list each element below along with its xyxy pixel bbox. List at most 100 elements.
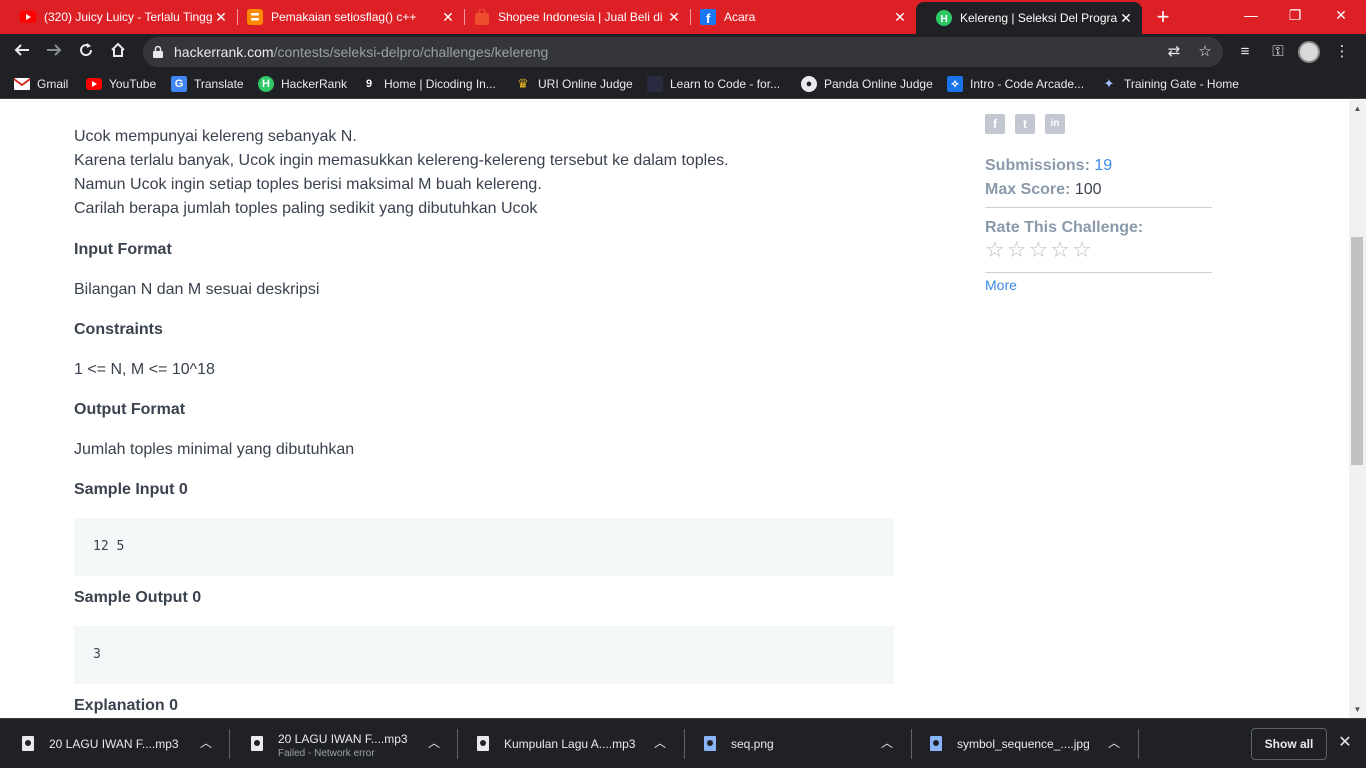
download-item[interactable]: Kumpulan Lagu A....mp3 ︿ bbox=[455, 719, 684, 769]
forward-arrow-icon[interactable] bbox=[40, 38, 68, 66]
url-host: hackerrank.com bbox=[174, 44, 274, 60]
page-scrollbar[interactable]: ▲ ▼ bbox=[1349, 100, 1366, 718]
more-link[interactable]: More bbox=[985, 277, 1017, 293]
menu-dots-icon[interactable]: ⋮ bbox=[1332, 42, 1352, 62]
download-filename: 20 LAGU IWAN F....mp3 bbox=[278, 732, 408, 746]
twitter-icon[interactable]: t bbox=[1015, 114, 1035, 134]
bookmark-label: Gmail bbox=[37, 77, 69, 91]
media-control-icon[interactable]: ≡ bbox=[1235, 42, 1255, 62]
bookmark-panda-online-judge[interactable]: ● Panda Online Judge bbox=[801, 76, 933, 92]
sample-output-code: 3 bbox=[93, 647, 101, 662]
back-arrow-icon[interactable] bbox=[8, 38, 36, 66]
bookmark-label: Training Gate - Home bbox=[1124, 77, 1239, 91]
scroll-down-arrow-icon[interactable]: ▼ bbox=[1349, 701, 1366, 718]
tab-hackerrank-active[interactable]: H Kelereng | Seleksi Del Program ✕ bbox=[916, 2, 1142, 34]
download-item[interactable]: 20 LAGU IWAN F....mp3 Failed - Network e… bbox=[229, 719, 457, 769]
audio-file-icon bbox=[251, 736, 263, 751]
bookmark-hackerrank[interactable]: H HackerRank bbox=[258, 76, 347, 92]
close-window-button[interactable]: ✕ bbox=[1318, 0, 1364, 30]
constraints-text: 1 <= N, M <= 10^18 bbox=[74, 361, 215, 378]
bookmark-gmail[interactable]: Gmail bbox=[14, 76, 68, 92]
linkedin-icon[interactable]: in bbox=[1045, 114, 1065, 134]
new-tab-button[interactable]: + bbox=[1151, 5, 1175, 29]
tab-youtube[interactable]: (320) Juicy Luicy - Terlalu Tinggi ✕ bbox=[0, 0, 237, 34]
url-path: /contests/seleksi-delpro/challenges/kele… bbox=[273, 44, 549, 60]
download-item[interactable]: seq.png ︿ bbox=[682, 719, 911, 769]
translate-page-icon[interactable]: ⇄ bbox=[1165, 43, 1183, 61]
rate-challenge-label: Rate This Challenge: bbox=[985, 219, 1144, 236]
bookmark-translate[interactable]: G Translate bbox=[171, 76, 244, 92]
scrollbar-thumb[interactable] bbox=[1351, 237, 1363, 465]
profile-avatar[interactable] bbox=[1298, 41, 1320, 63]
dicoding-icon: 9 bbox=[365, 78, 373, 90]
key-icon[interactable]: ⚿ bbox=[1268, 42, 1288, 62]
chevron-up-icon[interactable]: ︿ bbox=[652, 735, 668, 751]
bookmark-label: Panda Online Judge bbox=[824, 77, 933, 91]
sample-input-box[interactable]: 12 5 bbox=[74, 518, 894, 576]
sample-output-heading: Sample Output 0 bbox=[74, 589, 202, 606]
download-item[interactable]: 20 LAGU IWAN F....mp3 ︿ bbox=[0, 719, 229, 769]
close-tab-icon[interactable]: ✕ bbox=[892, 9, 908, 25]
address-bar[interactable]: hackerrank.com/contests/seleksi-delpro/c… bbox=[143, 37, 1223, 67]
bookmark-uri-online-judge[interactable]: ♛ URI Online Judge bbox=[515, 76, 633, 92]
explanation-heading: Explanation 0 bbox=[74, 697, 179, 714]
image-file-icon bbox=[704, 736, 716, 751]
home-icon[interactable] bbox=[104, 38, 132, 66]
rating-stars[interactable]: ☆ ☆ ☆ ☆ ☆ bbox=[985, 239, 1094, 261]
divider bbox=[985, 272, 1212, 273]
bookmark-freecodecamp[interactable]: Learn to Code - for... bbox=[647, 76, 780, 92]
bookmarks-bar: Gmail YouTube G Translate H HackerRank 9… bbox=[0, 70, 1366, 99]
tab-facebook[interactable]: f Acara ✕ bbox=[680, 0, 916, 34]
restore-button[interactable]: ❐ bbox=[1272, 0, 1318, 30]
tab-blogger[interactable]: Pemakaian setiosflag() c++ ✕ bbox=[227, 0, 464, 34]
chevron-up-icon[interactable]: ︿ bbox=[198, 735, 214, 751]
download-filename: symbol_sequence_....jpg bbox=[957, 737, 1090, 751]
bookmark-dicoding[interactable]: 9 Home | Dicoding In... bbox=[361, 76, 496, 92]
bookmark-label: Home | Dicoding In... bbox=[384, 77, 496, 91]
chevron-up-icon[interactable]: ︿ bbox=[879, 735, 895, 751]
output-format-heading: Output Format bbox=[74, 401, 186, 418]
reload-icon[interactable] bbox=[72, 38, 100, 66]
bookmark-star-icon[interactable]: ☆ bbox=[1196, 43, 1214, 61]
max-score-value: 100 bbox=[1074, 181, 1102, 198]
minimize-button[interactable]: — bbox=[1228, 0, 1274, 30]
star-icon[interactable]: ☆ bbox=[985, 239, 1005, 261]
scroll-up-arrow-icon[interactable]: ▲ bbox=[1349, 100, 1366, 117]
output-format-text: Jumlah toples minimal yang dibutuhkan bbox=[74, 441, 355, 458]
divider bbox=[1138, 729, 1139, 759]
audio-file-icon bbox=[477, 736, 489, 751]
star-icon[interactable]: ☆ bbox=[1007, 239, 1027, 261]
audio-file-icon bbox=[22, 736, 34, 751]
submissions-value[interactable]: 19 bbox=[1094, 157, 1112, 174]
svg-text:f: f bbox=[706, 11, 711, 25]
chevron-up-icon[interactable]: ︿ bbox=[1106, 735, 1122, 751]
url-text: hackerrank.com/contests/seleksi-delpro/c… bbox=[174, 44, 548, 60]
bookmark-training-gate[interactable]: ✦ Training Gate - Home bbox=[1101, 76, 1239, 92]
star-icon[interactable]: ☆ bbox=[1072, 239, 1092, 261]
sample-output-box[interactable]: 3 bbox=[74, 626, 894, 684]
tab-title: Pemakaian setiosflag() c++ bbox=[271, 10, 417, 24]
show-all-button[interactable]: Show all bbox=[1251, 728, 1327, 760]
submissions-stat: Submissions: 19 bbox=[985, 157, 1112, 175]
bookmark-youtube[interactable]: YouTube bbox=[86, 76, 156, 92]
close-download-bar-icon[interactable]: ✕ bbox=[1336, 734, 1354, 752]
bookmark-label: URI Online Judge bbox=[538, 77, 633, 91]
tab-strip: (320) Juicy Luicy - Terlalu Tinggi ✕ Pem… bbox=[0, 0, 1366, 34]
bookmark-label: Translate bbox=[194, 77, 244, 91]
statement-line: Ucok mempunyai kelereng sebanyak N. bbox=[74, 128, 357, 145]
chevron-up-icon[interactable]: ︿ bbox=[426, 735, 442, 751]
download-bar: 20 LAGU IWAN F....mp3 ︿ 20 LAGU IWAN F..… bbox=[0, 718, 1366, 768]
download-filename: seq.png bbox=[731, 737, 774, 751]
divider bbox=[985, 207, 1212, 208]
freecodecamp-icon bbox=[647, 76, 663, 92]
tab-shopee[interactable]: Shopee Indonesia | Jual Beli di ✕ bbox=[454, 0, 690, 34]
bookmark-code-arcade[interactable]: ⟡ Intro - Code Arcade... bbox=[947, 76, 1084, 92]
facebook-icon[interactable]: f bbox=[985, 114, 1005, 134]
statement-line: Carilah berapa jumlah toples paling sedi… bbox=[74, 200, 538, 217]
gmail-icon bbox=[14, 76, 30, 92]
star-icon[interactable]: ☆ bbox=[1028, 239, 1048, 261]
download-item[interactable]: symbol_sequence_....jpg ︿ bbox=[908, 719, 1137, 769]
close-tab-icon[interactable]: ✕ bbox=[1118, 10, 1134, 26]
download-filename: Kumpulan Lagu A....mp3 bbox=[504, 737, 636, 751]
star-icon[interactable]: ☆ bbox=[1050, 239, 1070, 261]
